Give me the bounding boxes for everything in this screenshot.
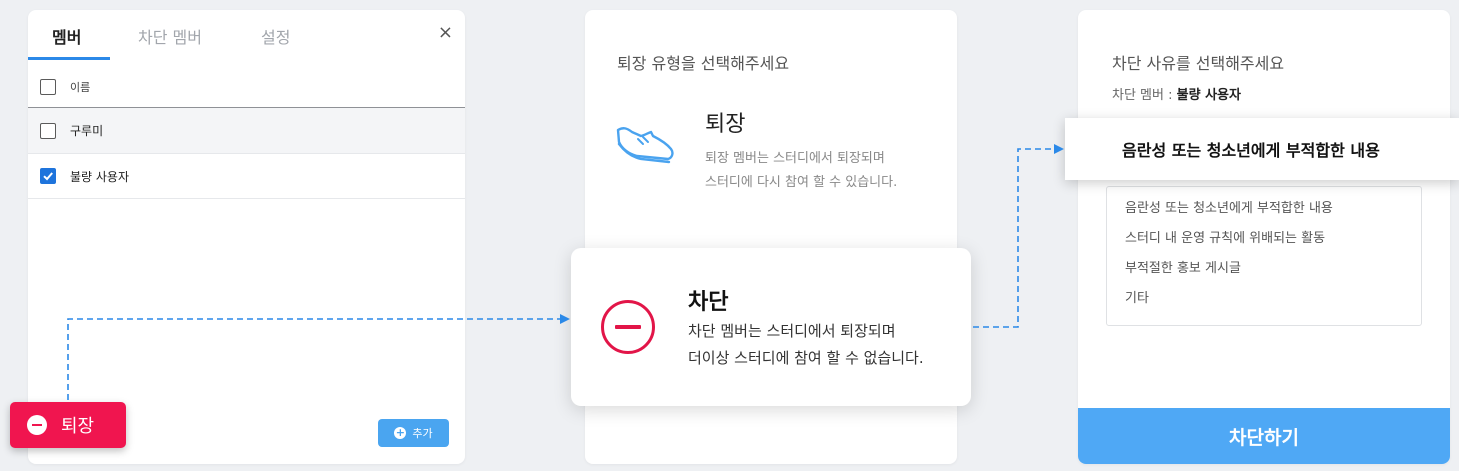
flow-arrow-exit-to-type	[67, 314, 570, 400]
flow-arrow-type-to-reason	[973, 144, 1064, 328]
flow-arrows	[67, 144, 1064, 400]
